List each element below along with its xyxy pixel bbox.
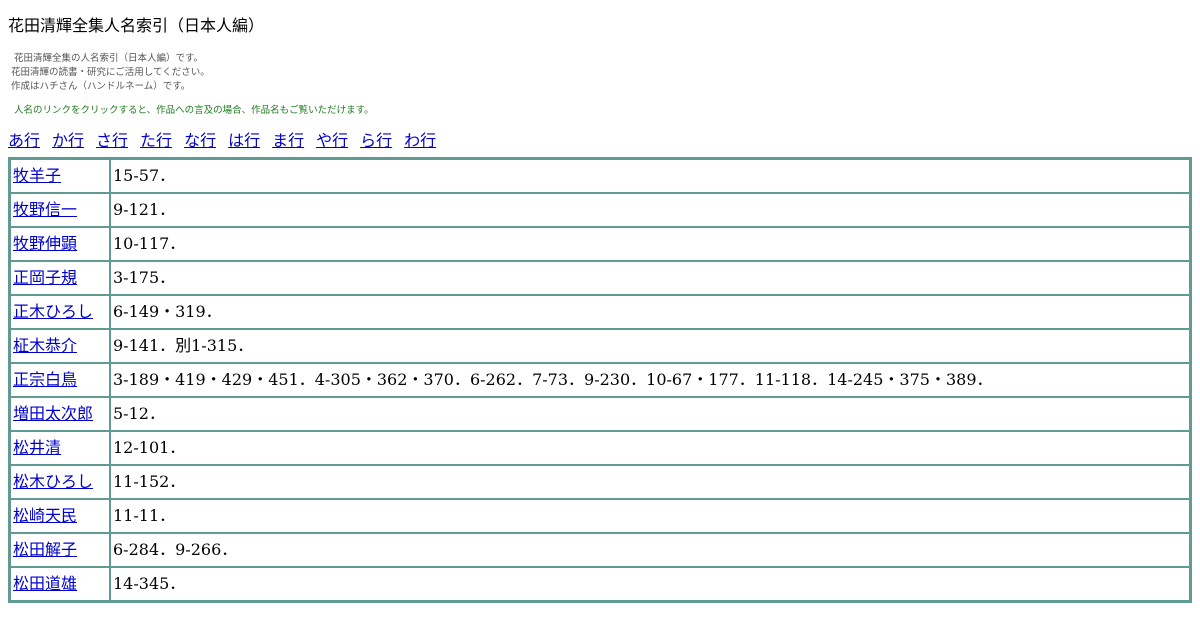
- page-title: 花田清輝全集人名索引（日本人編）: [8, 16, 265, 35]
- person-name-link[interactable]: 牧羊子: [13, 166, 61, 185]
- table-row: 松崎天民 11-11．: [10, 499, 1190, 533]
- name-cell: 牧野伸顕: [10, 227, 110, 261]
- name-cell: 松井清: [10, 431, 110, 465]
- name-cell: 松田解子: [10, 533, 110, 567]
- intro-line: 花田清輝の読書・研究にご活用してください。: [11, 67, 210, 78]
- person-name-link[interactable]: 松木ひろし: [13, 472, 93, 491]
- kana-index-nav: あ行 か行 さ行 た行 な行 は行 ま行 や行 ら行 わ行: [8, 129, 1192, 153]
- table-row: 松井清 12-101．: [10, 431, 1190, 465]
- name-cell: 松木ひろし: [10, 465, 110, 499]
- kana-nav-link[interactable]: か行: [52, 131, 84, 150]
- kana-nav-link[interactable]: ま行: [272, 131, 304, 150]
- kana-nav-link[interactable]: や行: [316, 131, 348, 150]
- kana-nav-link[interactable]: あ行: [8, 131, 40, 150]
- page-references-cell: 3-175．: [110, 261, 1190, 295]
- person-name-link[interactable]: 増田太次郎: [13, 404, 93, 423]
- name-index-table: 牧羊子 15-57． 牧野信一 9-121． 牧野伸顕 10-117． 正岡子規 3-175．…: [8, 157, 1192, 603]
- intro-line: 花田清輝全集の人名索引（日本人編）です。: [14, 53, 204, 64]
- table-row: 松木ひろし 11-152．: [10, 465, 1190, 499]
- person-name-link[interactable]: 正宗白鳥: [13, 370, 77, 389]
- kana-nav-link[interactable]: さ行: [96, 131, 128, 150]
- name-cell: 松崎天民: [10, 499, 110, 533]
- page-references-cell: 3-189・419・429・451．4-305・362・370．6-262．7-…: [110, 363, 1190, 397]
- person-name-link[interactable]: 牧野伸顕: [13, 234, 77, 253]
- usage-note: 人名のリンクをクリックすると、作品への言及の場合、作品名もご覧いただけます。: [14, 105, 374, 116]
- intro-line: 作成はハチさん（ハンドルネーム）です。: [11, 81, 191, 92]
- name-cell: 牧羊子: [10, 159, 110, 193]
- page-references-cell: 9-121．: [110, 193, 1190, 227]
- page: 花田清輝全集人名索引（日本人編） 花田清輝全集の人名索引（日本人編）です。 花田…: [0, 0, 1200, 603]
- page-references-cell: 10-117．: [110, 227, 1190, 261]
- name-index-body: 牧羊子 15-57． 牧野信一 9-121． 牧野伸顕 10-117． 正岡子規 3-175．…: [10, 159, 1190, 601]
- page-references-cell: 14-345．: [110, 567, 1190, 601]
- table-row: 正木ひろし 6-149・319．: [10, 295, 1190, 329]
- page-references-cell: 6-284．9-266．: [110, 533, 1190, 567]
- name-cell: 正岡子規: [10, 261, 110, 295]
- kana-nav-link[interactable]: ら行: [360, 131, 392, 150]
- table-row: 柾木恭介 9-141．別1-315．: [10, 329, 1190, 363]
- page-references-cell: 6-149・319．: [110, 295, 1190, 329]
- intro-text: 花田清輝全集の人名索引（日本人編）です。 花田清輝の読書・研究にご活用してくださ…: [8, 52, 1192, 94]
- kana-nav-link[interactable]: わ行: [404, 131, 436, 150]
- page-references-cell: 15-57．: [110, 159, 1190, 193]
- table-row: 牧羊子 15-57．: [10, 159, 1190, 193]
- page-references-cell: 11-11．: [110, 499, 1190, 533]
- table-row: 牧野伸顕 10-117．: [10, 227, 1190, 261]
- person-name-link[interactable]: 松田道雄: [13, 574, 77, 593]
- kana-nav-link[interactable]: は行: [228, 131, 260, 150]
- table-row: 松田道雄 14-345．: [10, 567, 1190, 601]
- kana-nav-link[interactable]: た行: [140, 131, 172, 150]
- table-row: 増田太次郎 5-12．: [10, 397, 1190, 431]
- name-cell: 正木ひろし: [10, 295, 110, 329]
- name-cell: 柾木恭介: [10, 329, 110, 363]
- page-references-cell: 11-152．: [110, 465, 1190, 499]
- person-name-link[interactable]: 牧野信一: [13, 200, 77, 219]
- name-cell: 正宗白鳥: [10, 363, 110, 397]
- page-references-cell: 9-141．別1-315．: [110, 329, 1190, 363]
- person-name-link[interactable]: 松崎天民: [13, 506, 77, 525]
- table-row: 牧野信一 9-121．: [10, 193, 1190, 227]
- page-references-cell: 5-12．: [110, 397, 1190, 431]
- person-name-link[interactable]: 松田解子: [13, 540, 77, 559]
- person-name-link[interactable]: 正岡子規: [13, 268, 77, 287]
- person-name-link[interactable]: 松井清: [13, 438, 61, 457]
- person-name-link[interactable]: 柾木恭介: [13, 336, 77, 355]
- name-cell: 増田太次郎: [10, 397, 110, 431]
- table-row: 松田解子 6-284．9-266．: [10, 533, 1190, 567]
- table-row: 正宗白鳥 3-189・419・429・451．4-305・362・370．6-26…: [10, 363, 1190, 397]
- name-cell: 松田道雄: [10, 567, 110, 601]
- kana-nav-link[interactable]: な行: [184, 131, 216, 150]
- table-row: 正岡子規 3-175．: [10, 261, 1190, 295]
- person-name-link[interactable]: 正木ひろし: [13, 302, 93, 321]
- page-references-cell: 12-101．: [110, 431, 1190, 465]
- name-cell: 牧野信一: [10, 193, 110, 227]
